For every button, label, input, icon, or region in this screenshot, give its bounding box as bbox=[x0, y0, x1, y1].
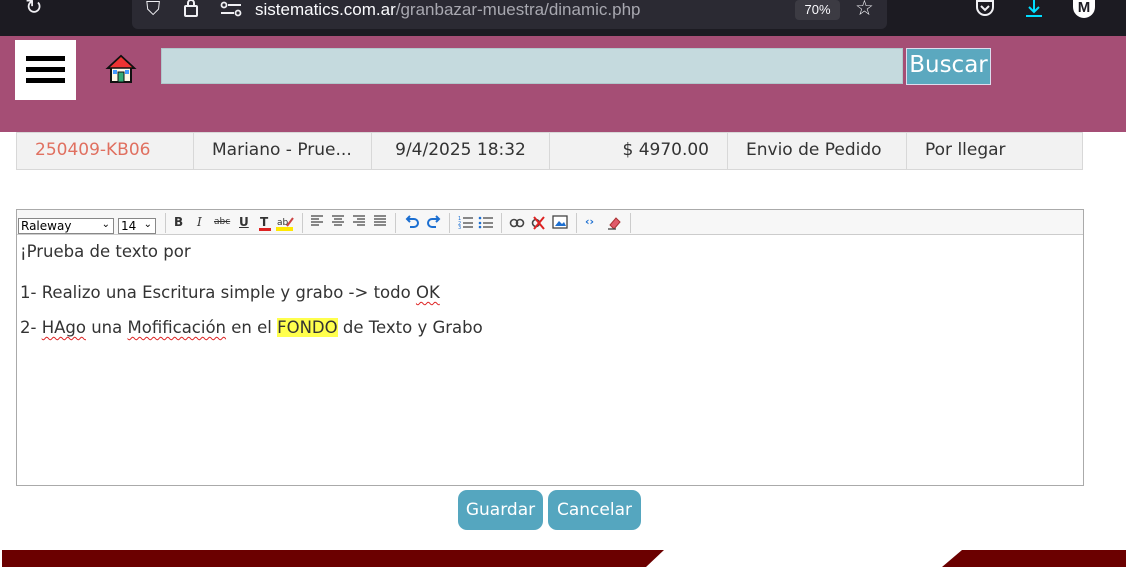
font-family-select[interactable]: Raleway ⌄ bbox=[18, 218, 114, 234]
link-icon[interactable] bbox=[509, 215, 525, 234]
insert-image-icon[interactable] bbox=[552, 215, 568, 232]
toolbar-divider bbox=[576, 213, 577, 233]
zoom-level-badge[interactable]: 70% bbox=[795, 0, 840, 20]
line-3-text: de Texto y Grabo bbox=[337, 318, 483, 337]
home-button[interactable] bbox=[104, 52, 138, 86]
font-size-value: 14 bbox=[121, 219, 137, 233]
redo-icon[interactable] bbox=[426, 215, 442, 232]
order-amount-cell: $ 4970.00 bbox=[550, 133, 728, 169]
editor-toolbar: Raleway ⌄ 14 ⌄ B I abc U T ab 1 2 3 ‹› bbox=[17, 210, 1083, 235]
text-color-icon[interactable]: T bbox=[258, 215, 272, 234]
bold-button[interactable]: B bbox=[174, 215, 183, 229]
download-icon[interactable] bbox=[1024, 0, 1044, 18]
line-2-text: 1- Realizo una Escritura simple y grabo … bbox=[20, 283, 416, 302]
editor-line-1: ¡Prueba de texto por bbox=[20, 242, 191, 261]
hamburger-menu-button[interactable] bbox=[15, 40, 76, 100]
svg-text:ab: ab bbox=[277, 218, 289, 228]
source-code-icon[interactable]: ‹› bbox=[585, 215, 594, 229]
align-left-icon[interactable] bbox=[310, 215, 324, 230]
unlink-icon[interactable] bbox=[531, 215, 547, 234]
svg-text:3: 3 bbox=[458, 225, 461, 229]
italic-button[interactable]: I bbox=[197, 215, 202, 229]
reload-icon[interactable]: ↻ bbox=[25, 0, 43, 18]
search-button[interactable]: Buscar bbox=[906, 48, 991, 85]
align-justify-icon[interactable] bbox=[373, 215, 387, 230]
toolbar-divider bbox=[630, 213, 631, 233]
home-icon bbox=[105, 54, 137, 83]
toolbar-divider bbox=[395, 213, 396, 233]
toolbar-divider bbox=[165, 213, 166, 233]
undo-icon[interactable] bbox=[404, 215, 420, 232]
url-path: /granbazar-muestra/dinamic.php bbox=[395, 0, 641, 19]
editor-line-3: 2- HAgo una Mofificación en el FONDO de … bbox=[20, 318, 483, 337]
search-input[interactable] bbox=[161, 48, 903, 84]
misspelled-word: HAgo bbox=[41, 318, 86, 337]
order-status-cell: Por llegar bbox=[925, 140, 1006, 160]
chevron-down-icon: ⌄ bbox=[143, 219, 152, 230]
footer-band bbox=[2, 550, 1126, 567]
toolbar-divider bbox=[501, 213, 502, 233]
hamburger-icon-bar bbox=[26, 67, 65, 72]
hamburger-icon bbox=[26, 56, 65, 61]
site-settings-icon[interactable] bbox=[220, 1, 242, 17]
clear-format-icon[interactable] bbox=[606, 215, 622, 234]
shield-icon[interactable]: ⛉ bbox=[146, 0, 160, 20]
order-id-cell[interactable]: 250409-KB06 bbox=[17, 133, 194, 169]
order-customer-cell: Mariano - Prue... bbox=[194, 133, 372, 169]
misspelled-word: Mofificación bbox=[127, 318, 227, 337]
pocket-icon[interactable] bbox=[975, 0, 995, 18]
editor-line-2: 1- Realizo una Escritura simple y grabo … bbox=[20, 283, 440, 302]
highlighted-text: FONDO bbox=[277, 318, 338, 337]
misspelled-word: OK bbox=[415, 283, 440, 302]
chevron-down-icon: ⌄ bbox=[101, 219, 110, 230]
align-center-icon[interactable] bbox=[331, 215, 345, 230]
font-family-value: Raleway bbox=[21, 219, 72, 233]
footer-shape-left bbox=[2, 550, 664, 567]
save-button[interactable]: Guardar bbox=[458, 490, 543, 530]
order-row[interactable]: 250409-KB06 Mariano - Prue... 9/4/2025 1… bbox=[16, 132, 1083, 170]
underline-button[interactable]: U bbox=[239, 215, 249, 229]
profile-avatar[interactable]: M bbox=[1073, 0, 1095, 18]
browser-toolbar: ↻ ⛉ sistematics.com.ar/granbazar-muestra… bbox=[0, 0, 1126, 36]
highlight-color-icon[interactable]: ab bbox=[276, 215, 294, 234]
cancel-button[interactable]: Cancelar bbox=[548, 490, 641, 530]
footer-shape-right bbox=[942, 550, 1126, 567]
order-date-cell: 9/4/2025 18:32 bbox=[372, 133, 550, 169]
line-3-text: una bbox=[85, 318, 128, 337]
line-3-text: 2- bbox=[20, 318, 42, 337]
url-host: sistematics.com.ar bbox=[255, 0, 396, 19]
toolbar-divider bbox=[302, 213, 303, 233]
numbered-list-icon[interactable]: 123 bbox=[458, 215, 474, 232]
bookmark-star-icon[interactable]: ☆ bbox=[855, 0, 874, 19]
rich-text-editor[interactable]: Raleway ⌄ 14 ⌄ B I abc U T ab 1 2 3 ‹› ¡… bbox=[16, 209, 1084, 486]
font-size-select[interactable]: 14 ⌄ bbox=[118, 218, 156, 234]
svg-text:T: T bbox=[260, 215, 269, 229]
align-right-icon[interactable] bbox=[352, 215, 366, 230]
url-text[interactable]: sistematics.com.ar/granbazar-muestra/din… bbox=[255, 0, 640, 20]
strikethrough-button[interactable]: abc bbox=[214, 215, 230, 229]
editor-content[interactable]: ¡Prueba de texto por 1- Realizo una Escr… bbox=[17, 236, 1083, 485]
toolbar-divider bbox=[449, 213, 450, 233]
hamburger-icon-bar bbox=[26, 78, 65, 83]
lock-icon[interactable] bbox=[183, 0, 199, 17]
line-3-text: en el bbox=[226, 318, 278, 337]
bullet-list-icon[interactable] bbox=[478, 215, 494, 232]
order-type-cell: Envio de Pedido bbox=[728, 133, 907, 169]
